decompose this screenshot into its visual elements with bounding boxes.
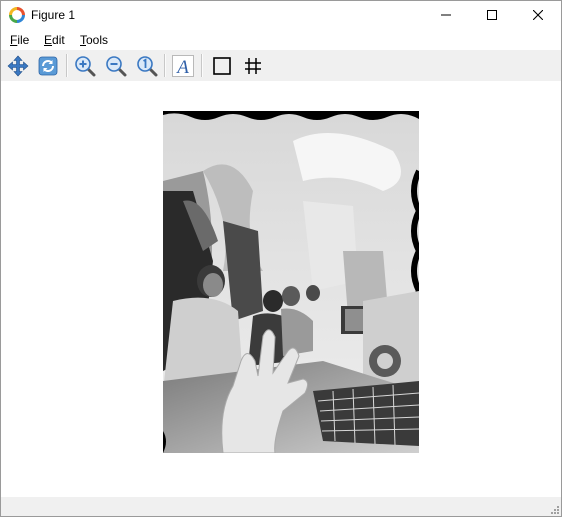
grayscale-photo: [163, 111, 419, 453]
app-logo-icon: [9, 7, 25, 23]
title-bar[interactable]: Figure 1: [1, 1, 561, 29]
menu-edit-label: dit: [52, 33, 65, 47]
menu-file-label: ile: [17, 33, 30, 47]
close-icon: [533, 10, 543, 20]
reset-view-icon: [38, 56, 57, 75]
zoom-in-button[interactable]: [72, 53, 97, 78]
grid-button[interactable]: [240, 53, 265, 78]
menu-edit-mnemonic: E: [44, 33, 53, 47]
frame-button[interactable]: [209, 53, 234, 78]
menu-tools[interactable]: Tools: [79, 33, 109, 48]
text-tool-glyph: A: [175, 57, 189, 78]
minimize-icon: [441, 14, 451, 16]
menu-edit[interactable]: Edit: [43, 33, 66, 48]
zoom-out-button[interactable]: [103, 53, 128, 78]
pan-button[interactable]: [5, 53, 30, 78]
zoom-fit-icon: [136, 55, 157, 76]
figure-window: Figure 1 File Edit Tools A: [0, 0, 562, 517]
menu-bar: File Edit Tools: [1, 31, 561, 50]
close-button[interactable]: [515, 1, 561, 29]
text-tool-button[interactable]: A: [170, 53, 195, 78]
maximize-icon: [487, 10, 497, 20]
toolbar: A: [1, 50, 561, 81]
figure-canvas[interactable]: [1, 81, 561, 497]
toolbar-separator: [201, 54, 203, 77]
reset-view-button[interactable]: [35, 53, 60, 78]
zoom-fit-button[interactable]: [134, 53, 159, 78]
menu-tools-label: ools: [86, 33, 109, 47]
minimize-button[interactable]: [423, 1, 469, 29]
maximize-button[interactable]: [469, 1, 515, 29]
zoom-out-icon: [105, 55, 126, 76]
toolbar-separator: [164, 54, 166, 77]
grid-icon: [244, 57, 261, 74]
menu-file[interactable]: File: [9, 33, 30, 48]
zoom-in-icon: [74, 55, 95, 76]
status-bar: [1, 497, 561, 516]
toolbar-separator: [66, 54, 68, 77]
frame-icon: [212, 56, 231, 75]
window-title: Figure 1: [31, 8, 76, 22]
resize-grip-icon[interactable]: [549, 504, 559, 514]
text-tool-icon: A: [171, 54, 194, 78]
pan-icon: [7, 55, 28, 76]
